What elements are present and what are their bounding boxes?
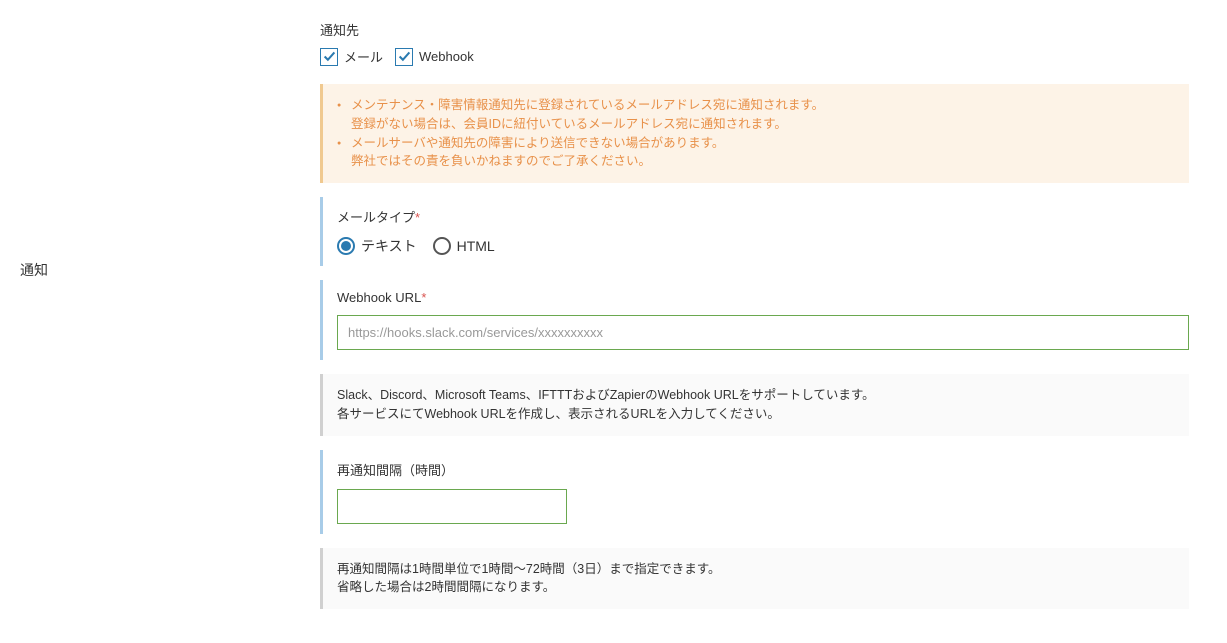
interval-label: 再通知間隔（時間） [337, 460, 1189, 479]
checkbox-mail-label: メール [344, 47, 383, 66]
mail-type-label-text: メールタイプ [337, 210, 415, 225]
check-icon [323, 50, 336, 63]
notice-line: 弊社ではその責を負いかねますのでご了承ください。 [337, 152, 1175, 171]
mail-type-block: メールタイプ* テキスト HTML [320, 197, 1189, 266]
webhook-url-label-text: Webhook URL [337, 290, 421, 305]
check-icon [398, 50, 411, 63]
mail-type-label: メールタイプ* [337, 207, 1189, 226]
webhook-url-block: Webhook URL* [320, 280, 1189, 360]
checkbox-webhook-label: Webhook [419, 49, 474, 64]
checkbox-webhook[interactable]: Webhook [395, 48, 474, 66]
sidebar: 通知 [20, 20, 320, 623]
radio-text-circle[interactable] [337, 237, 355, 255]
radio-html[interactable]: HTML [433, 237, 495, 255]
notice-line: 登録がない場合は、会員IDに紐付いているメールアドレス宛に通知されます。 [337, 115, 1175, 134]
webhook-help-line: 各サービスにてWebhook URLを作成し、表示されるURLを入力してください… [337, 405, 1175, 424]
required-mark: * [421, 290, 426, 305]
interval-help-box: 再通知間隔は1時間単位で1時間～72時間（3日）まで指定できます。 省略した場合… [320, 548, 1189, 610]
sidebar-section-title: 通知 [20, 260, 320, 280]
webhook-help-line: Slack、Discord、Microsoft Teams、IFTTTおよびZa… [337, 386, 1175, 405]
notice-box: メンテナンス・障害情報通知先に登録されているメールアドレス宛に通知されます。 登… [320, 84, 1189, 183]
interval-help-line: 再通知間隔は1時間単位で1時間～72時間（3日）まで指定できます。 [337, 560, 1175, 579]
webhook-url-input[interactable] [337, 315, 1189, 350]
webhook-help-box: Slack、Discord、Microsoft Teams、IFTTTおよびZa… [320, 374, 1189, 436]
radio-html-label: HTML [457, 238, 495, 254]
radio-text[interactable]: テキスト [337, 236, 417, 256]
required-mark: * [415, 210, 420, 225]
webhook-url-label: Webhook URL* [337, 290, 1189, 305]
interval-block: 再通知間隔（時間） [320, 450, 1189, 534]
main-content: 通知先 メール Webhook メンテナンス・障害情報通知先に登録されているメー… [320, 20, 1207, 623]
notice-line: メンテナンス・障害情報通知先に登録されているメールアドレス宛に通知されます。 [337, 96, 1175, 115]
destination-label: 通知先 [320, 20, 1189, 39]
mail-type-radio-row: テキスト HTML [337, 236, 1189, 256]
notice-line: メールサーバや通知先の障害により送信できない場合があります。 [337, 134, 1175, 153]
radio-html-circle[interactable] [433, 237, 451, 255]
interval-input[interactable] [337, 489, 567, 524]
radio-text-label: テキスト [361, 236, 417, 256]
radio-dot-icon [341, 241, 351, 251]
checkbox-webhook-box[interactable] [395, 48, 413, 66]
checkbox-mail[interactable]: メール [320, 47, 383, 66]
destination-checkbox-row: メール Webhook [320, 47, 1189, 66]
checkbox-mail-box[interactable] [320, 48, 338, 66]
interval-help-line: 省略した場合は2時間間隔になります。 [337, 578, 1175, 597]
